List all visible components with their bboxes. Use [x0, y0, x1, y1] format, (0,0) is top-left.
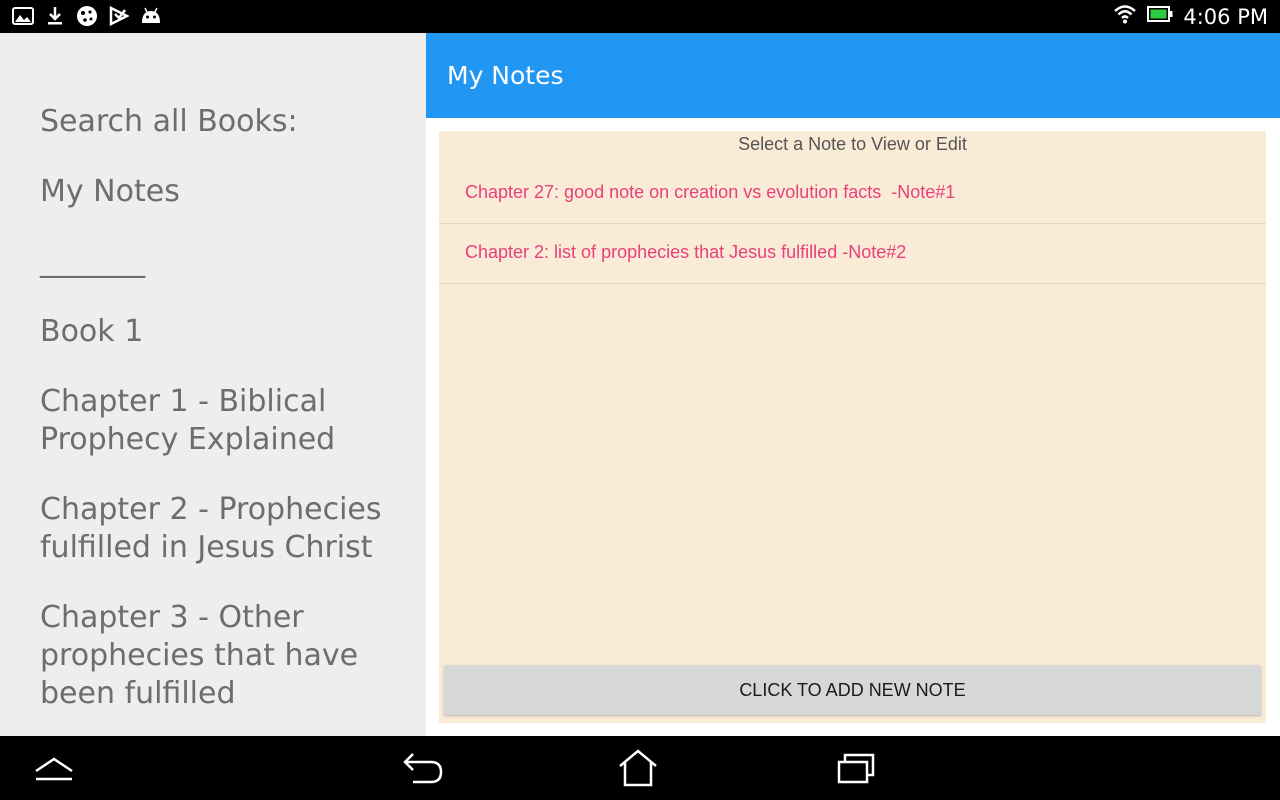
home-icon[interactable] — [614, 746, 662, 790]
download-icon — [44, 5, 66, 27]
clock: 4:06 PM — [1183, 4, 1268, 29]
main-content: My Notes Select a Note to View or Edit C… — [426, 33, 1280, 736]
drawer-item-chapter-2[interactable]: Chapter 2 - Prophecies fulfilled in Jesu… — [40, 491, 400, 567]
collapse-up-icon[interactable] — [30, 746, 78, 790]
app-bar: My Notes — [426, 33, 1280, 118]
drawer-item-my-notes[interactable]: My Notes — [40, 173, 400, 211]
gallery-icon — [12, 5, 34, 27]
wifi-icon — [1113, 4, 1137, 29]
notes-instruction: Select a Note to View or Edit — [738, 134, 967, 154]
notes-panel: Select a Note to View or Edit Chapter 27… — [439, 131, 1266, 723]
add-new-note-button[interactable]: CLICK TO ADD NEW NOTE — [444, 665, 1261, 715]
battery-icon — [1147, 6, 1173, 27]
page-title: My Notes — [447, 61, 564, 90]
cookie-icon — [76, 5, 98, 27]
navigation-bar — [0, 736, 1280, 800]
notification-icons — [12, 5, 162, 27]
play-store-icon — [108, 5, 130, 27]
note-item[interactable]: Chapter 2: list of prophecies that Jesus… — [439, 224, 1266, 284]
note-item-label: Chapter 27: good note on creation vs evo… — [465, 182, 956, 202]
drawer-item-book-1[interactable]: Book 1 — [40, 313, 400, 351]
note-item-label: Chapter 2: list of prophecies that Jesus… — [465, 242, 907, 262]
back-icon[interactable] — [399, 746, 447, 790]
system-status: 4:06 PM — [1113, 4, 1268, 29]
recent-apps-icon[interactable] — [832, 746, 880, 790]
navigation-drawer: Search all Books: My Notes _______ Book … — [0, 33, 426, 736]
drawer-divider: _______ — [40, 244, 145, 279]
drawer-item-search-all-books[interactable]: Search all Books: — [40, 103, 400, 141]
drawer-item-chapter-1[interactable]: Chapter 1 - Biblical Prophecy Explained — [40, 383, 400, 459]
status-bar: 4:06 PM — [0, 0, 1280, 33]
note-item[interactable]: Chapter 27: good note on creation vs evo… — [439, 164, 1266, 224]
android-icon — [140, 5, 162, 27]
drawer-item-chapter-3[interactable]: Chapter 3 - Other prophecies that have b… — [40, 599, 400, 713]
